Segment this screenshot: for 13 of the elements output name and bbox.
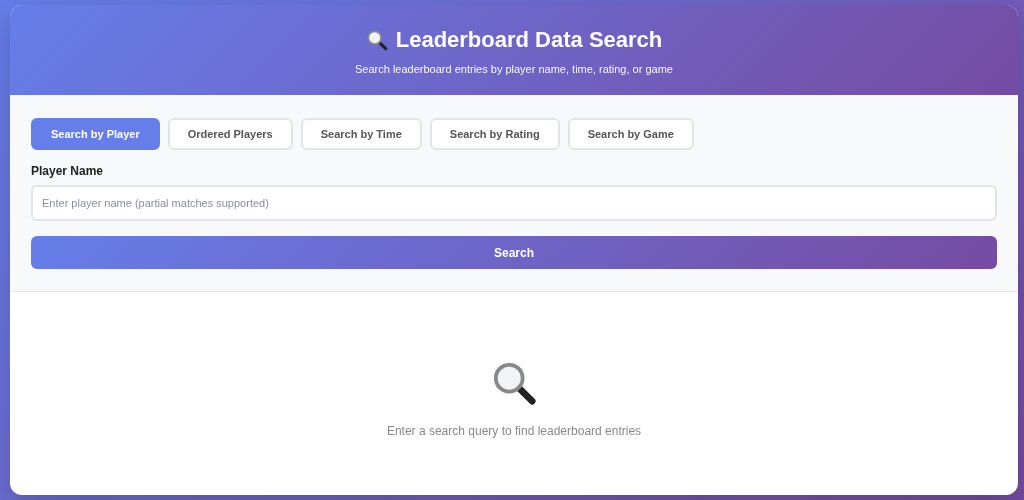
search-button[interactable]: Search xyxy=(31,236,997,269)
player-name-field[interactable]: Enter player name (partial matches supported) xyxy=(31,185,997,221)
search-icon xyxy=(491,360,537,406)
search-tab[interactable]: Search by Player xyxy=(31,118,160,150)
empty-message: Enter a search query to find leaderboard entries xyxy=(386,424,642,438)
search-tab[interactable]: Search by Game xyxy=(567,118,694,150)
search-tab[interactable]: Ordered Players xyxy=(167,118,293,150)
field-label: Player Name xyxy=(31,164,105,178)
page-title: Leaderboard Data Search xyxy=(395,27,663,53)
search-icon xyxy=(365,29,388,51)
page-subtitle: Search leaderboard entries by player name, time, rating, or game xyxy=(355,63,673,75)
search-tab[interactable]: Search by Rating xyxy=(429,118,560,150)
search-tab[interactable]: Search by Time xyxy=(300,118,422,150)
